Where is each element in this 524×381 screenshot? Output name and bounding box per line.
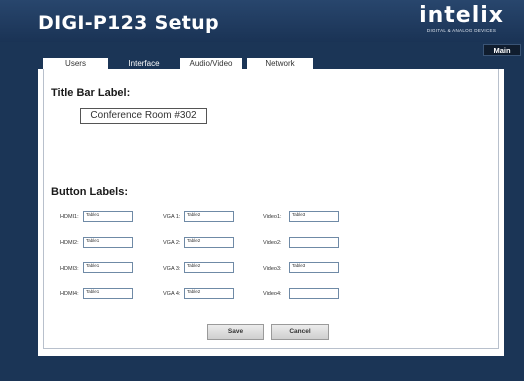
hdmi4-label: HDMI4: xyxy=(60,291,79,297)
save-button[interactable]: Save xyxy=(207,324,264,340)
hdmi3-input[interactable]: Table1 xyxy=(83,262,133,273)
tab-audio-video[interactable]: Audio/Video xyxy=(180,58,242,69)
vga2-label: VGA 2: xyxy=(163,240,181,246)
logo-tagline: DIGITAL & ANALOG DEVICES xyxy=(426,28,497,33)
vga2-input[interactable]: Table2 xyxy=(184,237,234,248)
video2-input[interactable] xyxy=(289,237,339,248)
video3-input[interactable]: Table3 xyxy=(289,262,339,273)
cancel-button[interactable]: Cancel xyxy=(271,324,329,340)
tab-users[interactable]: Users xyxy=(43,58,108,69)
intelix-logo: intelix DIGITAL & ANALOG DEVICES xyxy=(419,4,504,34)
video1-label: Video1: xyxy=(263,214,282,220)
title-bar-input[interactable]: Conference Room #302 xyxy=(80,108,207,124)
video4-label: Video4: xyxy=(263,291,282,297)
hdmi3-label: HDMI3: xyxy=(60,266,79,272)
hdmi2-label: HDMI2: xyxy=(60,240,79,246)
vga3-label: VGA 3: xyxy=(163,266,181,272)
vga1-label: VGA 1: xyxy=(163,214,181,220)
vga3-input[interactable]: Table2 xyxy=(184,262,234,273)
hdmi1-input[interactable]: Table1 xyxy=(83,211,133,222)
hdmi2-input[interactable]: Table1 xyxy=(83,237,133,248)
hdmi1-label: HDMI1: xyxy=(60,214,79,220)
logo-wordmark: intelix xyxy=(419,3,504,28)
app-title: DIGI-P123 Setup xyxy=(38,12,219,34)
vga4-input[interactable]: Table2 xyxy=(184,288,234,299)
button-labels-heading: Button Labels: xyxy=(51,186,128,198)
video3-label: Video3: xyxy=(263,266,282,272)
vga1-input[interactable]: Table2 xyxy=(184,211,234,222)
hdmi4-input[interactable]: Table1 xyxy=(83,288,133,299)
header-bar: DIGI-P123 Setup intelix DIGITAL & ANALOG… xyxy=(0,0,524,42)
main-button[interactable]: Main xyxy=(483,44,521,56)
vga4-label: VGA 4: xyxy=(163,291,181,297)
title-bar-heading: Title Bar Label: xyxy=(51,87,131,99)
video1-input[interactable]: Table3 xyxy=(289,211,339,222)
tab-network[interactable]: Network xyxy=(247,58,313,69)
tab-interface[interactable]: Interface xyxy=(112,58,176,69)
video4-input[interactable] xyxy=(289,288,339,299)
video2-label: Video2: xyxy=(263,240,282,246)
